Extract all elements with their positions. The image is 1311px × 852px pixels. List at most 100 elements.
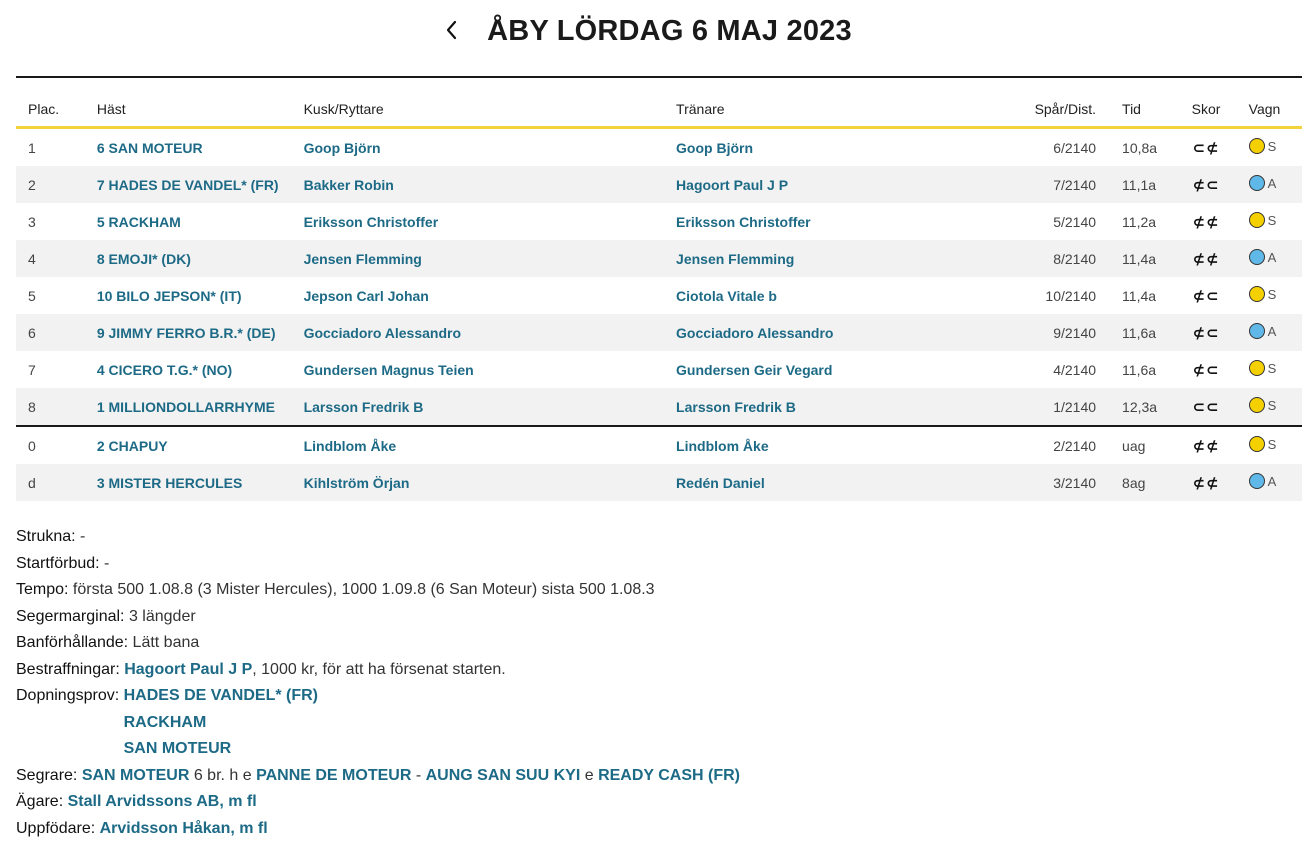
- dopningsprov-link[interactable]: HADES DE VANDEL* (FR): [124, 687, 318, 704]
- trainer-link[interactable]: Gocciadoro Alessandro: [676, 325, 833, 341]
- horse-link[interactable]: 8 EMOJI* (DK): [97, 251, 191, 267]
- bestraffningar-link[interactable]: Hagoort Paul J P: [124, 661, 252, 678]
- horse-link[interactable]: 5 RACKHAM: [97, 214, 181, 230]
- cell-tranare: Goop Björn: [670, 128, 973, 167]
- cell-kusk: Kihlström Örjan: [297, 464, 671, 501]
- cell-tranare: Gocciadoro Alessandro: [670, 314, 973, 351]
- driver-link[interactable]: Jensen Flemming: [304, 251, 422, 267]
- cell-kusk: Bakker Robin: [297, 166, 671, 203]
- col-header-vagn: Vagn: [1234, 92, 1302, 129]
- info-uppfodare: Uppfödare: Arvidsson Håkan, m fl: [16, 816, 740, 843]
- info-value: , 1000 kr, för att ha försenat starten.: [252, 660, 506, 678]
- driver-link[interactable]: Lindblom Åke: [304, 438, 397, 454]
- agare-link[interactable]: Stall Arvidssons AB, m fl: [68, 793, 257, 810]
- driver-link[interactable]: Gundersen Magnus Teien: [304, 362, 474, 378]
- cell-kusk: Jepson Carl Johan: [298, 277, 670, 314]
- dopningsprov-link[interactable]: SAN MOTEUR: [124, 740, 232, 757]
- horse-link[interactable]: 4 CICERO T.G.* (NO): [97, 362, 232, 378]
- cell-tranare: Redén Daniel: [670, 464, 973, 501]
- table-row: 6 9 JIMMY FERRO B.R.* (DE) Gocciadoro Ales…: [16, 314, 1302, 351]
- driver-link[interactable]: Goop Björn: [304, 140, 381, 156]
- shoe-icon: ⊄⊂: [1192, 361, 1220, 379]
- uppfodare-link[interactable]: Arvidsson Håkan, m fl: [100, 820, 268, 837]
- shoe-icon: ⊂⊂: [1192, 398, 1220, 416]
- cell-tid: 8ag: [1102, 464, 1178, 501]
- cart-type: A: [1267, 323, 1277, 339]
- info-banforhallande: Banförhållande: Lätt bana: [16, 630, 740, 657]
- trainer-link[interactable]: Goop Björn: [676, 140, 753, 156]
- trainer-link[interactable]: Gundersen Geir Vegard: [676, 362, 832, 378]
- dopningsprov-link[interactable]: RACKHAM: [124, 714, 207, 731]
- col-header-tid: Tid: [1102, 92, 1178, 129]
- driver-link[interactable]: Bakker Robin: [304, 177, 394, 193]
- cell-vagn: S: [1235, 203, 1302, 240]
- trainer-link[interactable]: Redén Daniel: [676, 475, 765, 491]
- cell-skor: ⊄⊄: [1177, 203, 1234, 240]
- trainer-link[interactable]: Eriksson Christoffer: [676, 214, 811, 230]
- driver-link[interactable]: Gocciadoro Alessandro: [304, 325, 461, 341]
- cell-spar: 7/2140: [972, 166, 1103, 203]
- cell-skor: ⊄⊄: [1177, 240, 1235, 277]
- horse-link[interactable]: 9 JIMMY FERRO B.R.* (DE): [97, 325, 276, 341]
- horse-link[interactable]: 3 MISTER HERCULES: [97, 475, 242, 491]
- info-label: Banförhållande:: [16, 634, 129, 651]
- trainer-link[interactable]: Ciotola Vitale b: [676, 288, 777, 304]
- info-bestraffningar: Bestraffningar: Hagoort Paul J P, 1000 k…: [16, 657, 740, 684]
- trainer-link[interactable]: Larsson Fredrik B: [676, 399, 796, 415]
- cell-kusk: Lindblom Åke: [297, 425, 671, 464]
- driver-link[interactable]: Larsson Fredrik B: [304, 399, 424, 415]
- driver-link[interactable]: Jepson Carl Johan: [304, 288, 429, 304]
- cell-kusk: Jensen Flemming: [297, 240, 671, 277]
- shoe-icon: ⊄⊂: [1192, 287, 1220, 305]
- segrare-dam-link[interactable]: AUNG SAN SUU KYI: [426, 767, 581, 784]
- table-row: 7 4 CICERO T.G.* (NO) Gundersen Magnus Tei…: [16, 351, 1302, 388]
- info-tempo: Tempo: första 500 1.08.8 (3 Mister Hercu…: [16, 577, 740, 604]
- col-header-skor: Skor: [1177, 92, 1235, 129]
- cart-dot-icon: [1248, 249, 1265, 265]
- cell-spar: 2/2140: [972, 425, 1103, 464]
- info-segrare: Segrare: SAN MOTEUR 6 br. h e PANNE DE M…: [16, 763, 740, 790]
- driver-link[interactable]: Eriksson Christoffer: [304, 214, 439, 230]
- horse-link[interactable]: 2 CHAPUY: [97, 438, 168, 454]
- cell-hast: 1 MILLIONDOLLARRHYME: [90, 388, 298, 426]
- cell-vagn: S: [1235, 128, 1302, 167]
- cell-tid: 11,4a: [1102, 240, 1178, 277]
- cell-tranare: Hagoort Paul J P: [670, 166, 973, 203]
- info-label: Dopningsprov:: [16, 687, 120, 704]
- cell-vagn: S: [1234, 425, 1302, 464]
- cell-plac: 0: [16, 425, 91, 464]
- horse-link[interactable]: 10 BILO JEPSON* (IT): [97, 288, 242, 304]
- trainer-link[interactable]: Jensen Flemming: [676, 251, 794, 267]
- segrare-sire-link[interactable]: PANNE DE MOTEUR: [256, 767, 411, 784]
- info-value: 3 längder: [124, 607, 196, 625]
- horse-link[interactable]: 6 SAN MOTEUR: [97, 140, 203, 156]
- driver-link[interactable]: Kihlström Örjan: [304, 475, 410, 491]
- cart-type: A: [1267, 249, 1277, 265]
- segrare-desc: 6 br. h e: [189, 766, 257, 784]
- cell-spar: 3/2140: [972, 464, 1103, 501]
- cart-dot-icon: [1248, 397, 1265, 413]
- trainer-link[interactable]: Hagoort Paul J P: [676, 177, 788, 193]
- cell-skor: ⊄⊄: [1177, 464, 1235, 501]
- info-label: Strukna:: [16, 528, 76, 545]
- info-label: Uppfödare:: [16, 819, 96, 837]
- cell-tid: 11,4a: [1122, 287, 1157, 304]
- table-row: 8 1 MILLIONDOLLARRHYME Larsson Fredrik B La…: [16, 388, 1302, 426]
- page-title: ÅBY LÖRDAG 6 MAJ 2023: [487, 15, 852, 47]
- col-header-spar: Spår/Dist.: [972, 92, 1103, 129]
- segrare-damsire-link[interactable]: READY CASH (FR): [598, 767, 740, 784]
- cell-plac: 7: [28, 361, 36, 378]
- horse-link[interactable]: 7 HADES DE VANDEL* (FR): [97, 177, 279, 193]
- cart-indicator: A: [1248, 249, 1277, 265]
- cart-indicator: S: [1248, 360, 1276, 376]
- trainer-link[interactable]: Lindblom Åke: [676, 438, 769, 454]
- segrare-horse-link[interactable]: SAN MOTEUR: [82, 767, 190, 784]
- cart-type: S: [1267, 212, 1277, 228]
- horse-link[interactable]: 1 MILLIONDOLLARRHYME: [97, 399, 275, 415]
- cell-vagn: A: [1234, 314, 1302, 351]
- cart-type: S: [1267, 436, 1277, 452]
- cell-kusk: Eriksson Christoffer: [298, 203, 670, 240]
- cell-spar: 4/2140: [1053, 361, 1097, 378]
- cell-spar: 10/2140: [1045, 287, 1097, 304]
- shoe-icon: ⊄⊄: [1192, 437, 1220, 455]
